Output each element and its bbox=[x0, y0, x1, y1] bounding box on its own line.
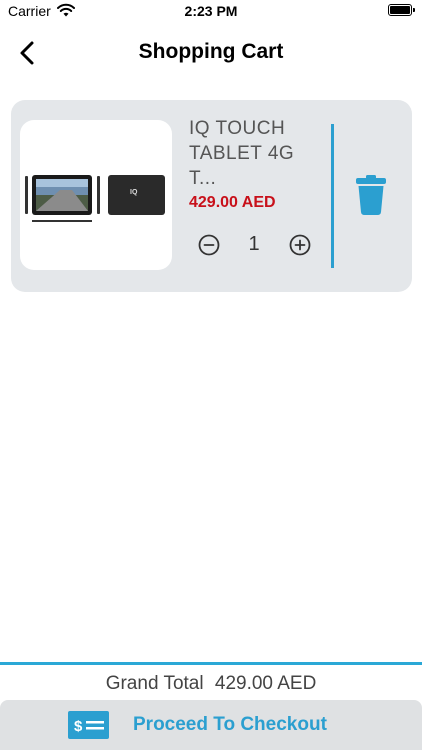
plus-circle-icon bbox=[289, 234, 311, 256]
remove-item-button[interactable] bbox=[353, 174, 389, 216]
cart-item: IQ IQ TOUCH TABLET 4G T... 429.00 AED 1 bbox=[11, 100, 412, 292]
tablet-product-image: IQ bbox=[25, 175, 165, 222]
header: Shopping Cart bbox=[0, 30, 422, 76]
status-bar: Carrier 2:23 PM bbox=[0, 0, 422, 24]
checkout-button[interactable]: $ Proceed To Checkout bbox=[0, 700, 422, 750]
bottom-divider bbox=[0, 662, 422, 665]
page-title: Shopping Cart bbox=[138, 40, 284, 63]
svg-text:$: $ bbox=[74, 718, 83, 735]
product-name[interactable]: IQ TOUCH TABLET 4G T... bbox=[189, 116, 321, 191]
svg-text:IQ: IQ bbox=[130, 189, 138, 196]
battery-icon bbox=[388, 4, 415, 16]
clock: 2:23 PM bbox=[184, 3, 238, 19]
payment-card-icon: $ bbox=[68, 711, 109, 739]
minus-circle-icon bbox=[198, 234, 220, 256]
item-divider bbox=[331, 124, 334, 268]
grand-total-value: 429.00 AED bbox=[214, 673, 317, 694]
quantity-value: 1 bbox=[248, 233, 260, 255]
product-image[interactable]: IQ bbox=[20, 120, 172, 270]
increase-quantity-button[interactable] bbox=[289, 234, 311, 256]
checkout-label: Proceed To Checkout bbox=[133, 714, 327, 735]
product-price: 429.00 AED bbox=[189, 194, 276, 211]
trash-icon bbox=[356, 175, 386, 215]
decrease-quantity-button[interactable] bbox=[198, 234, 220, 256]
grand-total: Grand Total 429.00 AED bbox=[0, 673, 422, 695]
grand-total-label: Grand Total bbox=[105, 673, 204, 694]
